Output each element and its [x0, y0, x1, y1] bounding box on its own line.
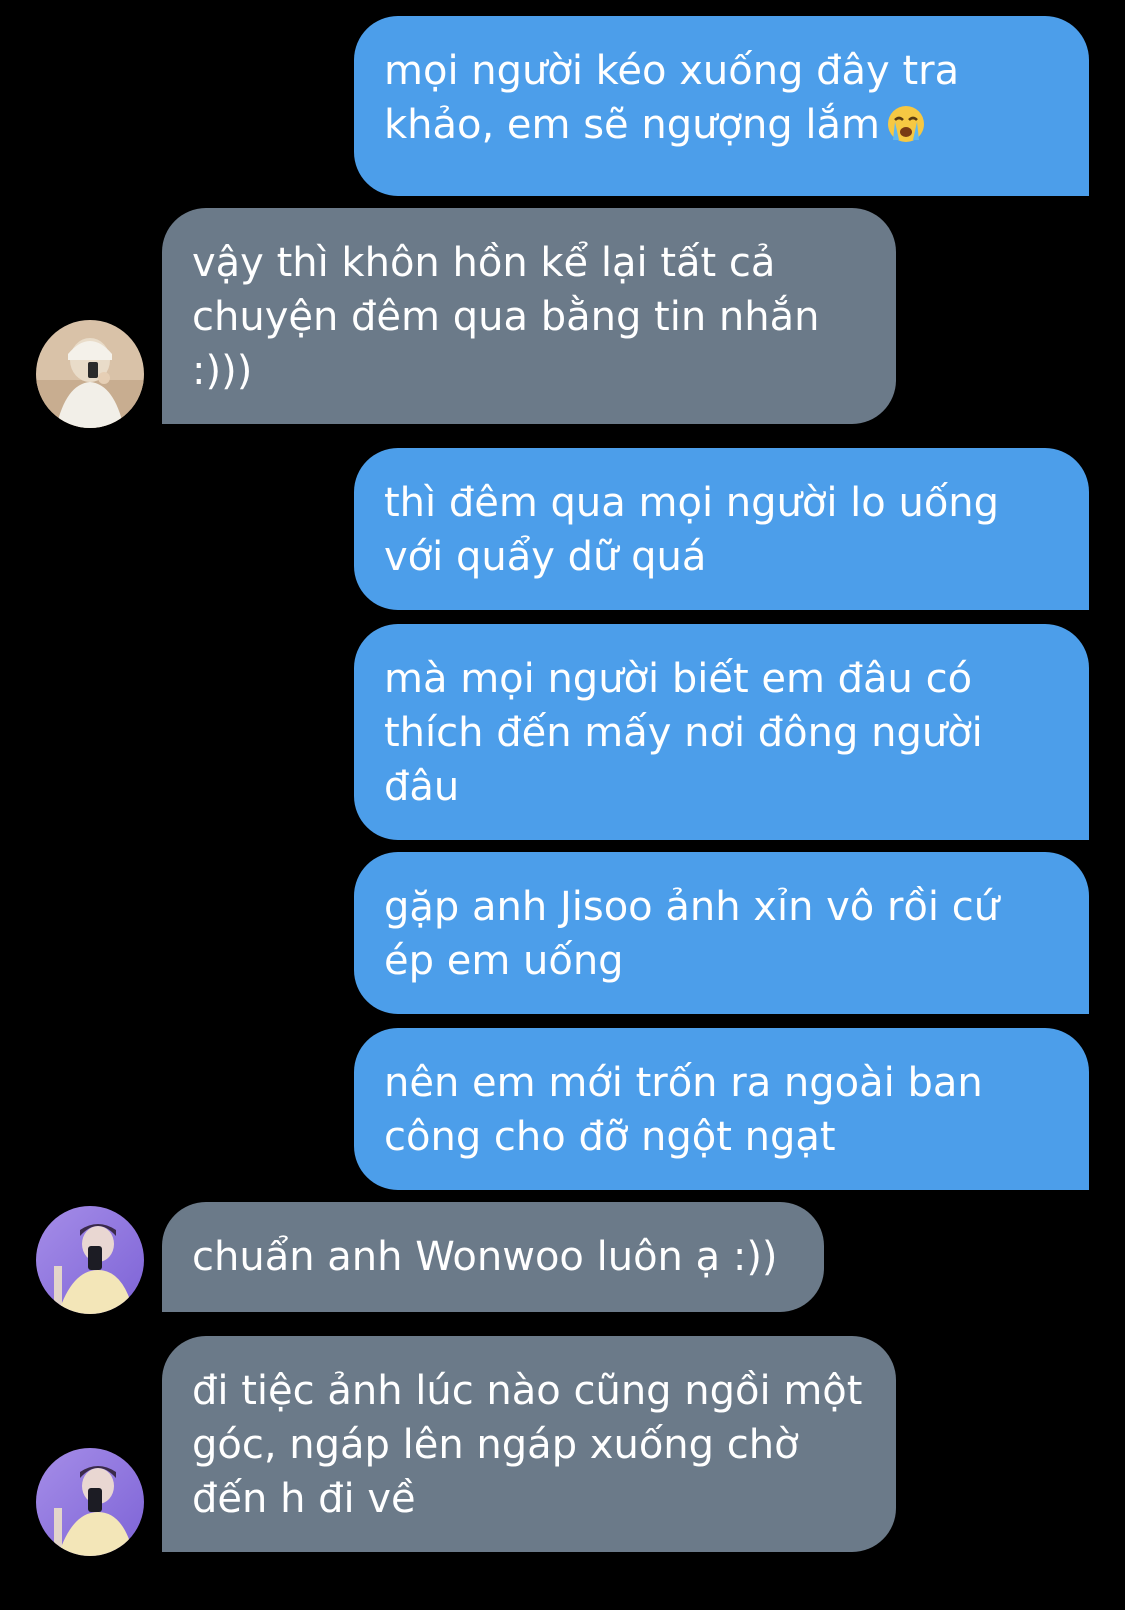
loudly-crying-face-emoji-icon — [886, 104, 926, 158]
avatar-photo-white-beanie-icon — [36, 320, 144, 428]
message-bubble-sent[interactable]: thì đêm qua mọi người lo uống với quẩy d… — [354, 448, 1089, 610]
message-text: nên em mới trốn ra ngoài ban công cho đỡ… — [384, 1060, 983, 1160]
message-bubble-sent[interactable]: gặp anh Jisoo ảnh xỉn vô rồi cứ ép em uố… — [354, 852, 1089, 1014]
avatar-photo-purple-selfie-icon — [36, 1206, 144, 1314]
message-text: mà mọi người biết em đâu có thích đến mấ… — [384, 656, 983, 810]
message-bubble-received[interactable]: đi tiệc ảnh lúc nào cũng ngồi một góc, n… — [162, 1336, 896, 1552]
message-bubble-received[interactable]: vậy thì khôn hồn kể lại tất cả chuyện đê… — [162, 208, 896, 424]
contact-avatar[interactable] — [36, 320, 144, 428]
message-text: vậy thì khôn hồn kể lại tất cả chuyện đê… — [192, 240, 820, 394]
message-text: chuẩn anh Wonwoo luôn ạ :)) — [192, 1234, 778, 1280]
avatar-photo-purple-selfie-icon — [36, 1448, 144, 1556]
message-text: gặp anh Jisoo ảnh xỉn vô rồi cứ ép em uố… — [384, 884, 1000, 984]
contact-avatar[interactable] — [36, 1448, 144, 1556]
contact-avatar[interactable] — [36, 1206, 144, 1314]
message-text: mọi người kéo xuống đây tra khảo, em sẽ … — [384, 48, 960, 148]
message-bubble-sent[interactable]: mà mọi người biết em đâu có thích đến mấ… — [354, 624, 1089, 840]
message-text: đi tiệc ảnh lúc nào cũng ngồi một góc, n… — [192, 1368, 863, 1522]
message-bubble-sent[interactable]: mọi người kéo xuống đây tra khảo, em sẽ … — [354, 16, 1089, 196]
message-text: thì đêm qua mọi người lo uống với quẩy d… — [384, 480, 1000, 580]
message-bubble-received[interactable]: chuẩn anh Wonwoo luôn ạ :)) — [162, 1202, 824, 1312]
message-bubble-sent[interactable]: nên em mới trốn ra ngoài ban công cho đỡ… — [354, 1028, 1089, 1190]
